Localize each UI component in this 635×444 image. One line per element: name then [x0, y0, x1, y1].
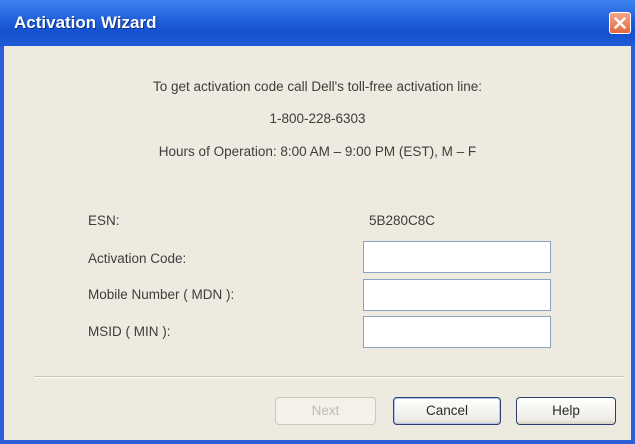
activation-code-input[interactable] [363, 241, 551, 273]
cancel-button[interactable]: Cancel [393, 397, 501, 425]
help-button[interactable]: Help [516, 397, 616, 425]
title-bar[interactable]: Activation Wizard [0, 0, 635, 46]
mobile-number-label: Mobile Number ( MDN ): [88, 287, 235, 302]
activation-code-label: Activation Code: [88, 251, 187, 266]
instruction-text: To get activation code call Dell's toll-… [153, 79, 482, 94]
close-icon [614, 17, 626, 29]
next-button[interactable]: Next [275, 397, 376, 425]
activation-phone-number: 1-800-228-6303 [269, 111, 366, 126]
esn-label: ESN: [88, 213, 120, 228]
window-title: Activation Wizard [14, 13, 157, 32]
close-button[interactable] [609, 12, 631, 34]
hours-of-operation: Hours of Operation: 8:00 AM – 9:00 PM (E… [158, 144, 477, 159]
mobile-number-input[interactable] [363, 279, 551, 311]
footer-divider [34, 376, 624, 378]
activation-wizard-window: Activation Wizard To get activation code… [0, 0, 635, 444]
esn-value: 5B280C8C [369, 213, 436, 228]
msid-input[interactable] [363, 316, 551, 348]
msid-label: MSID ( MIN ): [88, 324, 171, 339]
